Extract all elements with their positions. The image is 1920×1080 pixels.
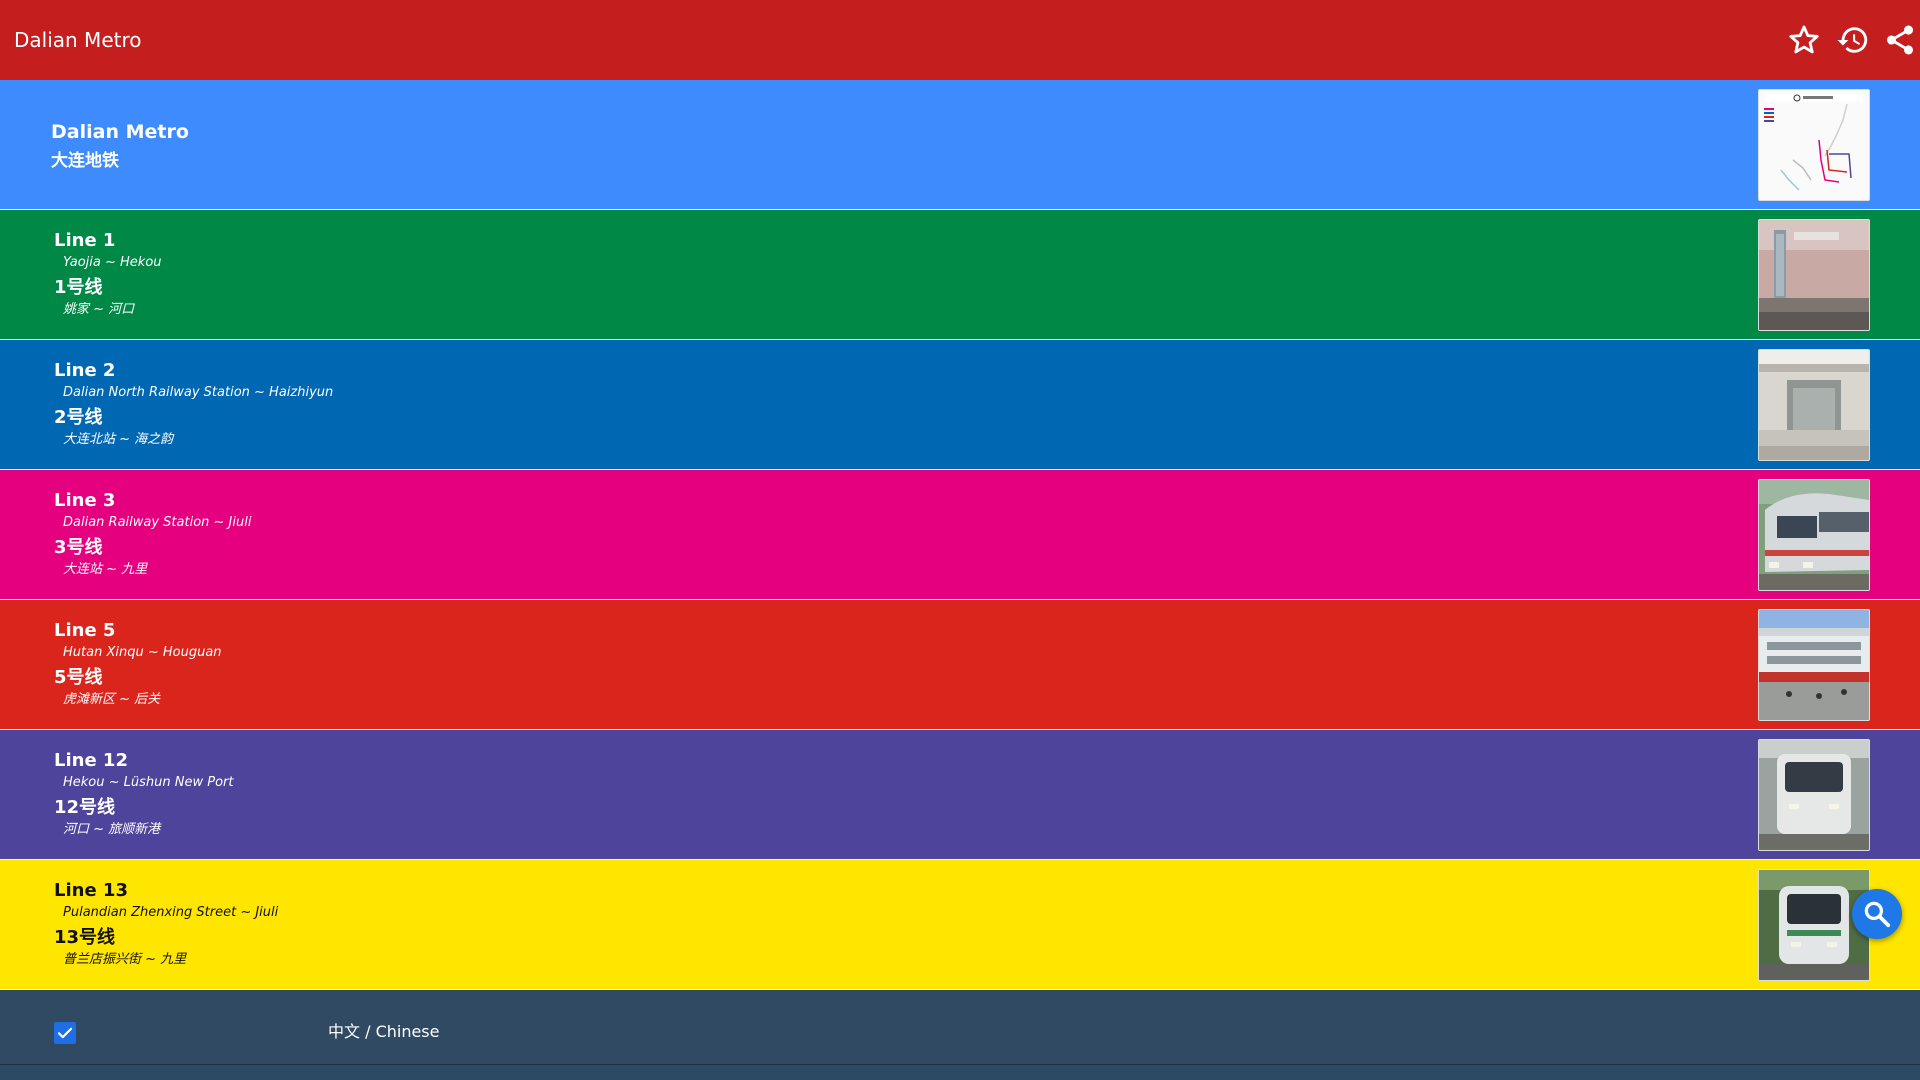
line-route-en: Pulandian Zhenxing Street ~ Jiuli	[63, 905, 279, 920]
line-name: Line 2	[54, 360, 116, 381]
line-name-cn: 12号线	[54, 797, 116, 818]
line-route-en: Hekou ~ Lüshun New Port	[63, 775, 234, 790]
line-name: Line 5	[54, 620, 116, 641]
line-route-en: Yaojia ~ Hekou	[63, 255, 162, 270]
line-name-cn: 3号线	[54, 537, 103, 558]
line-5-photo[interactable]	[1758, 609, 1870, 721]
line-name: Line 13	[54, 880, 128, 901]
search-icon	[1864, 901, 1891, 928]
line-2-photo[interactable]	[1758, 349, 1870, 461]
line-route-cn: 姚家 ~ 河口	[63, 302, 135, 317]
line-name-cn: 2号线	[54, 407, 103, 428]
system-title-en: Dalian Metro	[51, 121, 189, 143]
line-name: Line 12	[54, 750, 128, 771]
share-icon	[1886, 25, 1914, 55]
chinese-language-checkbox[interactable]	[54, 1022, 76, 1044]
line-row-5[interactable]: Line 5 Hutan Xinqu ~ Houguan 5号线 虎滩新区 ~ …	[0, 600, 1920, 730]
history-icon	[1837, 27, 1868, 53]
line-route-en: Dalian North Railway Station ~ Haizhiyun	[63, 385, 334, 400]
line-1-photo[interactable]	[1758, 219, 1870, 331]
line-route-cn: 虎滩新区 ~ 后关	[63, 692, 161, 707]
system-header-row[interactable]: Dalian Metro 大连地铁	[0, 80, 1920, 210]
line-route-cn: 大连站 ~ 九里	[63, 562, 148, 577]
line-3-photo[interactable]	[1758, 479, 1870, 591]
line-row-12[interactable]: Line 12 Hekou ~ Lüshun New Port 12号线 河口 …	[0, 730, 1920, 860]
star-icon	[1789, 25, 1819, 54]
system-title-cn: 大连地铁	[51, 151, 119, 171]
line-name-cn: 13号线	[54, 927, 116, 948]
line-route-cn: 河口 ~ 旅顺新港	[63, 822, 161, 837]
search-fab-button[interactable]	[1852, 889, 1902, 939]
line-row-1[interactable]: Line 1 Yaojia ~ Hekou 1号线 姚家 ~ 河口	[0, 210, 1920, 340]
metro-map-thumbnail[interactable]	[1758, 89, 1870, 201]
line-12-photo[interactable]	[1758, 739, 1870, 851]
app-title: Dalian Metro	[14, 28, 142, 52]
check-icon	[57, 1027, 73, 1039]
line-name: Line 1	[54, 230, 116, 251]
line-name-cn: 1号线	[54, 277, 103, 298]
history-button[interactable]	[1833, 20, 1873, 60]
line-name-cn: 5号线	[54, 667, 103, 688]
line-route-en: Hutan Xinqu ~ Houguan	[63, 645, 222, 660]
share-button[interactable]	[1880, 20, 1920, 60]
app-bar: Dalian Metro	[0, 0, 1920, 80]
language-toggle-row: 中文 / Chinese	[0, 992, 1920, 1065]
line-13-photo[interactable]	[1758, 869, 1870, 981]
line-route-cn: 普兰店振兴街 ~ 九里	[63, 952, 187, 967]
language-label: 中文 / Chinese	[328, 1022, 440, 1041]
line-route-cn: 大连北站 ~ 海之韵	[63, 432, 174, 447]
line-name: Line 3	[54, 490, 116, 511]
favorite-button[interactable]	[1784, 20, 1824, 60]
line-route-en: Dalian Railway Station ~ Jiuli	[63, 515, 252, 530]
line-row-2[interactable]: Line 2 Dalian North Railway Station ~ Ha…	[0, 340, 1920, 470]
line-row-13[interactable]: Line 13 Pulandian Zhenxing Street ~ Jiul…	[0, 860, 1920, 990]
line-row-3[interactable]: Line 3 Dalian Railway Station ~ Jiuli 3号…	[0, 470, 1920, 600]
